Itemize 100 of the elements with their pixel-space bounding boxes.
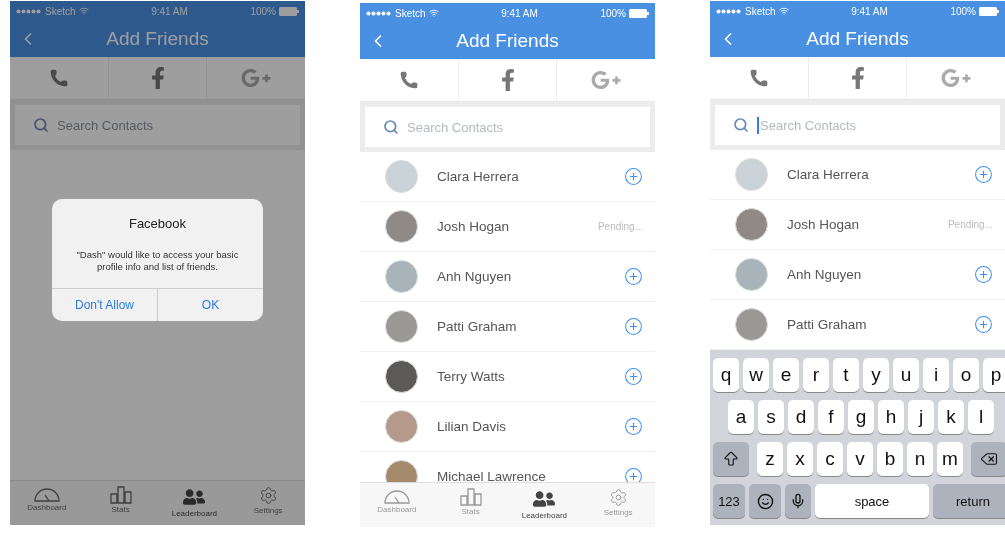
add-button[interactable] (974, 265, 993, 284)
avatar-placeholder (385, 260, 418, 293)
carrier-name: Sketch (745, 5, 776, 17)
contact-name: Michael Lawrence (437, 469, 547, 482)
key[interactable]: g (848, 400, 874, 434)
avatar-placeholder (385, 360, 418, 393)
battery-percent: 100% (950, 5, 976, 17)
contact-row[interactable]: Anh Nguyen (360, 252, 655, 302)
gauge-icon (383, 488, 410, 504)
screen-title: Add Friends (456, 30, 559, 52)
microphone-key[interactable] (785, 484, 811, 518)
contact-name: Patti Graham (437, 319, 518, 334)
settings-icon (608, 488, 628, 507)
avatar-placeholder (385, 410, 418, 443)
tab[interactable]: Stats (83, 481, 158, 525)
contact-row[interactable]: Clara Herrera (360, 152, 655, 202)
key[interactable]: a (728, 400, 754, 434)
key[interactable]: u (893, 358, 919, 392)
key[interactable]: n (907, 442, 933, 476)
key[interactable]: f (818, 400, 844, 434)
key[interactable]: y (863, 358, 889, 392)
key[interactable]: q (713, 358, 739, 392)
contact-name: Patti Graham (787, 317, 868, 332)
battery-icon (629, 8, 649, 18)
people-icon (533, 488, 556, 510)
avatar-placeholder (385, 160, 418, 193)
plus-circle-icon (624, 417, 643, 436)
add-button[interactable] (624, 167, 643, 186)
search-icon (33, 117, 49, 133)
phone-icon (48, 68, 69, 88)
bar-chart-icon (109, 486, 132, 504)
contact-name: Clara Herrera (787, 167, 870, 182)
battery-icon (979, 6, 999, 16)
key[interactable]: w (743, 358, 769, 392)
key[interactable]: m (937, 442, 963, 476)
add-button[interactable] (624, 367, 643, 386)
key[interactable]: x (787, 442, 813, 476)
emoji-key[interactable] (749, 484, 781, 518)
numbers-key[interactable]: 123 (713, 484, 745, 518)
shift-key[interactable] (713, 442, 749, 476)
screen-title: Add Friends (806, 28, 909, 50)
wifi-icon (778, 6, 789, 16)
plus-circle-icon (624, 317, 643, 336)
alert-title: Facebook (127, 215, 188, 233)
return-key[interactable]: return (933, 484, 1005, 518)
contact-name: Clara Herrera (437, 169, 520, 184)
plus-circle-icon (624, 267, 643, 286)
bar-chart-icon (459, 488, 482, 506)
contact-row[interactable]: Terry Watts (360, 352, 655, 402)
contact-row[interactable]: Clara Herrera (710, 150, 1005, 200)
key[interactable]: d (788, 400, 814, 434)
key[interactable]: z (757, 442, 783, 476)
add-button[interactable] (624, 417, 643, 436)
signal-dots-icon (716, 8, 742, 14)
tab[interactable]: Leaderboard (507, 483, 582, 527)
key[interactable]: l (968, 400, 994, 434)
phone-icon (748, 68, 769, 88)
key[interactable]: v (847, 442, 873, 476)
contact-name: Josh Hogan (437, 219, 511, 234)
tab[interactable]: Settings (231, 481, 305, 525)
add-button[interactable] (624, 267, 643, 286)
key[interactable]: h (878, 400, 904, 434)
plus-circle-icon (624, 367, 643, 386)
alert-button[interactable]: Don't Allow (52, 288, 157, 321)
contact-row[interactable]: Josh Hogan Pending... (360, 202, 655, 252)
add-button[interactable] (624, 467, 643, 482)
key[interactable]: r (803, 358, 829, 392)
search-icon (733, 117, 749, 133)
key[interactable]: o (953, 358, 979, 392)
alert-button[interactable]: OK (157, 288, 263, 321)
carrier-name: Sketch (395, 7, 426, 19)
key[interactable]: b (877, 442, 903, 476)
contact-row[interactable]: Patti Graham (360, 302, 655, 352)
add-button[interactable] (624, 317, 643, 336)
key[interactable]: i (923, 358, 949, 392)
contact-row[interactable]: Josh Hogan Pending... (710, 200, 1005, 250)
key[interactable]: p (983, 358, 1005, 392)
contact-row[interactable]: Anh Nguyen (710, 250, 1005, 300)
add-button[interactable] (974, 315, 993, 334)
contact-name: Anh Nguyen (437, 269, 513, 284)
key[interactable]: t (833, 358, 859, 392)
gauge-icon (33, 486, 60, 502)
contact-name: Josh Hogan (787, 217, 861, 232)
battery-icon (279, 6, 299, 16)
avatar-placeholder (385, 210, 418, 243)
contact-row[interactable]: Lilian Davis (360, 402, 655, 452)
key[interactable]: c (817, 442, 843, 476)
key[interactable]: s (758, 400, 784, 434)
carrier-name: Sketch (45, 5, 76, 17)
tab[interactable]: Dashboard (10, 481, 84, 525)
avatar-placeholder (735, 208, 768, 241)
tab[interactable]: Leaderboard (157, 481, 232, 525)
space-key[interactable]: space (815, 484, 929, 518)
backspace-key[interactable] (971, 442, 1005, 476)
add-button[interactable] (974, 165, 993, 184)
key[interactable]: j (908, 400, 934, 434)
key[interactable]: e (773, 358, 799, 392)
key[interactable]: k (938, 400, 964, 434)
shift-arrow-icon (722, 450, 740, 468)
avatar-placeholder (385, 310, 418, 343)
